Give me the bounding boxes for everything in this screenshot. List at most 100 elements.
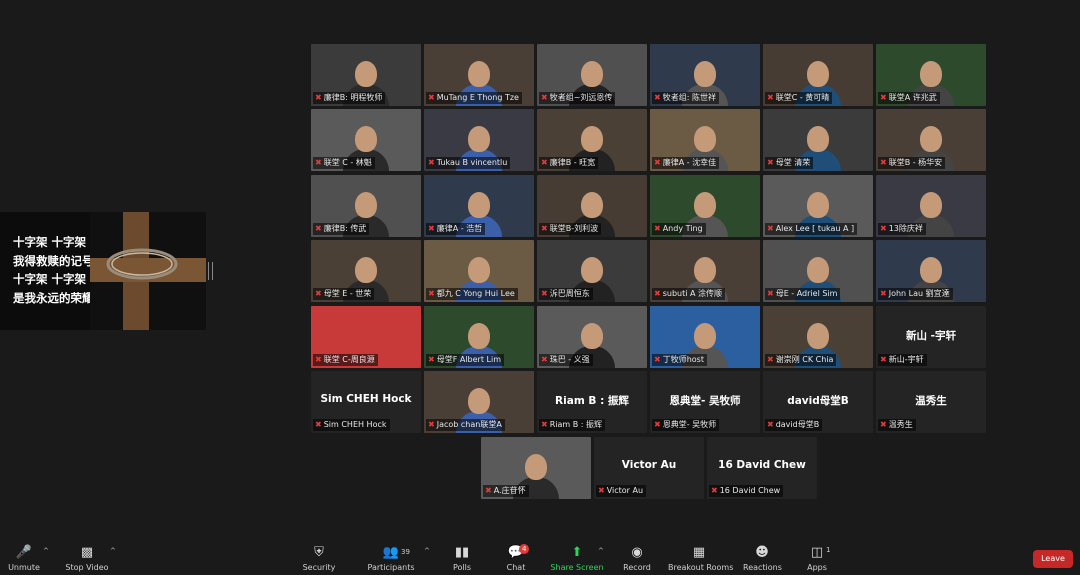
participant-tile[interactable]: ✖ 谢崇刚 CK Chia [763, 306, 873, 368]
participant-tile[interactable]: david母堂B ✖ david母堂B [763, 371, 873, 433]
participant-tile[interactable]: ✖ 廉律B: 明程牧师 [311, 44, 421, 106]
participant-tile[interactable]: ✖ 泝巴周恒东 [537, 240, 647, 302]
unmute-label: Unmute [8, 563, 40, 572]
participant-name: david母堂B [775, 420, 820, 429]
participant-tile[interactable]: ✖ 母E - Adriel Sim [763, 240, 873, 302]
participant-name: 16 David Chew [719, 486, 781, 495]
meeting-toolbar: 🎤 Unmute ^ ▩ Stop Video ^ ⛨ Security 👥 P… [0, 540, 1080, 575]
participant-display-name: Sim CHEH Hock [320, 393, 412, 405]
participant-tile[interactable]: ✖ 13除庆祥 [876, 175, 986, 237]
participants-options-caret[interactable]: ^ [424, 547, 430, 555]
video-options-caret[interactable]: ^ [110, 547, 116, 555]
participant-tile[interactable]: Victor Au ✖ Victor Au [594, 437, 704, 499]
participant-tile[interactable]: ✖ MuTang E Thong Tze [424, 44, 534, 106]
share-options-caret[interactable]: ^ [598, 547, 604, 555]
participant-tile[interactable]: ✖ 联堂B-刘利波 [537, 175, 647, 237]
shared-screen[interactable]: 十字架 十字架 我得救赎的记号 十字架 十字架 是我永远的荣耀 [0, 212, 206, 330]
participant-name-label: ✖ 温秀生 [878, 419, 916, 431]
stop-video-button[interactable]: ▩ Stop Video [63, 545, 111, 572]
participant-name: 廉律A - 浩哲 [436, 224, 483, 233]
breakout-rooms-button[interactable]: ▦ Breakout Rooms [668, 545, 734, 572]
polls-button[interactable]: ▮▮ Polls [448, 545, 476, 572]
participant-face [581, 60, 603, 87]
participant-tile[interactable]: ✖ Jacob chan联堂A [424, 371, 534, 433]
participant-tile[interactable]: Sim CHEH Hock ✖ Sim CHEH Hock [311, 371, 421, 433]
participant-tile[interactable]: ✖ 牧者组: 陈世祥 [650, 44, 760, 106]
participant-tile[interactable]: ✖ subuti A 涂传顺 [650, 240, 760, 302]
participant-tile[interactable]: ✖ 联堂 C - 林魁 [311, 109, 421, 171]
mic-muted-icon: ✖ [428, 224, 435, 233]
participant-tile[interactable]: 恩典堂- 吴牧师 ✖ 恩典堂- 吴牧师 [650, 371, 760, 433]
participant-face [355, 125, 377, 152]
breakout-rooms-label: Breakout Rooms [668, 563, 734, 572]
participant-name: 联堂B - 杨华安 [888, 158, 943, 167]
participant-face [581, 322, 603, 349]
mic-muted-icon: ✖ [541, 289, 548, 298]
participant-name-label: ✖ Sim CHEH Hock [313, 419, 390, 431]
participant-tile[interactable]: 新山 -宇轩 ✖ 新山-宇轩 [876, 306, 986, 368]
participant-face [525, 453, 547, 480]
share-screen-button[interactable]: ⬆ Share Screen [550, 545, 604, 572]
participant-tile[interactable]: ✖ Alex Lee [ tukau A ] [763, 175, 873, 237]
participant-display-name: 恩典堂- 吴牧师 [669, 395, 741, 407]
participant-name: 都九 C Yong Hui Lee [436, 289, 515, 298]
participant-tile[interactable]: ✖ 廉律B: 传武 [311, 175, 421, 237]
participant-tile[interactable]: ✖ 母堂F Albert Lim [424, 306, 534, 368]
reactions-button[interactable]: ☻ Reactions [743, 545, 782, 572]
participant-tile[interactable]: ✖ 联堂 C-周良源 [311, 306, 421, 368]
participant-tile[interactable]: ✖ 都九 C Yong Hui Lee [424, 240, 534, 302]
participant-name: 廉律A - 沈幸佳 [662, 158, 717, 167]
participant-name-label: ✖ 谢崇刚 CK Chia [765, 354, 837, 366]
leave-button[interactable]: Leave [1033, 550, 1073, 568]
participant-tile[interactable]: ✖ Tukau B vincentlu [424, 109, 534, 171]
participant-name: subuti A 涂传顺 [662, 289, 723, 298]
participant-name: 泝巴周恒东 [549, 289, 590, 298]
participant-name-label: ✖ david母堂B [765, 419, 823, 431]
participant-name-label: ✖ John Lau 劉宜達 [878, 288, 953, 300]
participant-tile[interactable]: ✖ 母堂 清荣 [763, 109, 873, 171]
participant-name-label: ✖ MuTang E Thong Tze [426, 92, 522, 104]
audio-options-caret[interactable]: ^ [43, 547, 49, 555]
participant-tile[interactable]: ✖ 联堂B - 杨华安 [876, 109, 986, 171]
participant-name: Andy Ting [662, 224, 703, 233]
participant-tile[interactable]: ✖ A.庄苷怀 [481, 437, 591, 499]
participant-face [581, 125, 603, 152]
participant-tile[interactable]: ✖ 牧者组~刘远恩传 [537, 44, 647, 106]
participant-tile[interactable]: ✖ 母堂 E - 世荣 [311, 240, 421, 302]
participant-tile[interactable]: 16 David Chew ✖ 16 David Chew [707, 437, 817, 499]
mic-muted-icon: ✖ [541, 420, 548, 429]
participant-tile[interactable]: 温秀生 ✖ 温秀生 [876, 371, 986, 433]
mic-muted-icon: ✖ [315, 224, 322, 233]
participant-tile[interactable]: ✖ John Lau 劉宜達 [876, 240, 986, 302]
participant-tile[interactable]: ✖ 廉律A - 沈幸佳 [650, 109, 760, 171]
participant-face [694, 322, 716, 349]
lyrics-text: 十字架 十字架 我得救赎的记号 十字架 十字架 是我永远的荣耀 [13, 233, 94, 307]
unmute-button[interactable]: 🎤 Unmute [7, 545, 41, 572]
smiley-icon: ☻ [755, 545, 769, 560]
participant-tile[interactable]: ✖ 廉律A - 浩哲 [424, 175, 534, 237]
participant-tile[interactable]: ✖ 联堂A 许兆武 [876, 44, 986, 106]
mic-muted-icon: ✖ [880, 289, 887, 298]
grid-icon: ▦ [692, 545, 706, 560]
participant-tile[interactable]: ✖ 丁牧师host [650, 306, 760, 368]
participant-tile[interactable]: ✖ Andy Ting [650, 175, 760, 237]
participant-display-name: 新山 -宇轩 [905, 330, 956, 342]
participant-face [468, 125, 490, 152]
participant-name-label: ✖ 联堂 C - 林魁 [313, 157, 375, 169]
participant-name-label: ✖ Victor Au [596, 485, 647, 497]
mic-muted-icon: ✖ [541, 355, 548, 364]
mic-muted-icon: ✖ [654, 355, 661, 364]
record-label: Record [623, 563, 651, 572]
record-button[interactable]: ◉ Record [622, 545, 652, 572]
mic-muted-icon: ✖ [428, 420, 435, 429]
participant-tile[interactable]: Riam B : 振辉 ✖ Riam B : 振辉 [537, 371, 647, 433]
participant-name-label: ✖ 联堂B-刘利波 [539, 223, 602, 235]
participant-tile[interactable]: ✖ 珠巴 - 义强 [537, 306, 647, 368]
participant-tile[interactable]: ✖ 联堂C - 黄可晴 [763, 44, 873, 106]
participant-name-label: ✖ 珠巴 - 义强 [539, 354, 593, 366]
mic-muted-icon: ✖ [428, 93, 435, 102]
security-button[interactable]: ⛨ Security [300, 545, 338, 572]
resize-handle[interactable] [208, 262, 213, 280]
participant-tile[interactable]: ✖ 廉律B - 旺宽 [537, 109, 647, 171]
participant-name-label: ✖ 联堂A 许兆武 [878, 92, 940, 104]
